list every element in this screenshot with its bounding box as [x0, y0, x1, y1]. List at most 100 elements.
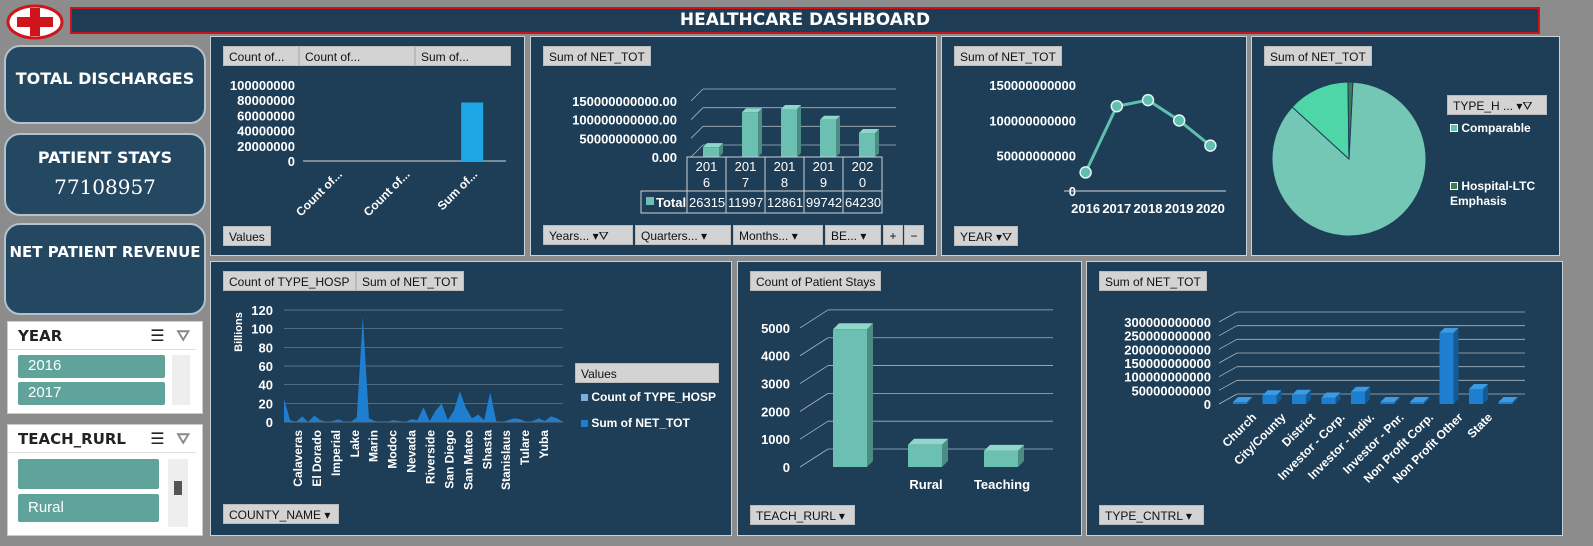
net-tot-line-chart: 1500000000001000000000005000000000002016…	[989, 78, 1226, 216]
gridline	[690, 126, 704, 139]
y-tick-label: 20000000	[237, 139, 295, 154]
x-tick-label: 2019	[1165, 201, 1194, 216]
year-slicer-scrollbar[interactable]	[172, 355, 190, 405]
teach-rurl-filter-button[interactable]: TEACH_RURL ▾	[750, 505, 855, 525]
gridline	[1218, 311, 1238, 323]
field-button-count-1[interactable]: Count of...	[223, 46, 299, 66]
patient-stays-card[interactable]: PATIENT STAYS 77108957	[4, 133, 206, 216]
y-tick-label: 150000000000.00	[572, 94, 677, 109]
multi-select-icon[interactable]: ☰	[150, 429, 164, 448]
type-cntrl-filter-button[interactable]: TYPE_CNTRL ▾	[1099, 505, 1204, 525]
filter-icon: ▾⛛	[996, 230, 1013, 244]
patient-stays-3d-panel: 5000 4000 3000 2000 1000 0 Rural Teaching Count…	[737, 261, 1082, 536]
legend-key	[646, 197, 654, 205]
x-tick-label: 2016	[1071, 201, 1100, 216]
bar	[1439, 327, 1459, 404]
field-button-count-type-hosp[interactable]: Count of TYPE_HOSP	[223, 271, 356, 291]
field-button-sum[interactable]: Sum of...	[415, 46, 511, 66]
data-point	[1172, 114, 1186, 127]
bar-top	[833, 323, 873, 330]
multi-select-icon[interactable]: ☰	[150, 326, 164, 345]
bar-front	[908, 444, 942, 467]
table-year-label: 6	[703, 175, 710, 190]
x-tick-label: Sum of...	[435, 167, 481, 213]
bar-front	[1351, 391, 1365, 404]
values-axis-button[interactable]: Values	[223, 226, 271, 246]
y-tick-label: 60	[259, 359, 273, 374]
collapse-minus-button[interactable]: −	[904, 225, 924, 245]
field-button-count-patient-stays[interactable]: Count of Patient Stays	[750, 271, 882, 291]
years-filter-button[interactable]: Years... ▾⛛	[543, 225, 633, 245]
x-tick-label: Calaveras	[291, 430, 305, 487]
gridline	[1218, 325, 1238, 337]
county-name-filter-button[interactable]: COUNTY_NAME ▾	[223, 504, 339, 524]
values-legend-button[interactable]: Values	[575, 363, 719, 383]
clear-filter-icon[interactable]: ⛛	[177, 326, 190, 346]
x-tick-label: 2017	[1102, 201, 1131, 216]
year-slicer-item-2017[interactable]: 2017	[18, 382, 165, 405]
x-tick-label: Nevada	[405, 430, 419, 473]
table-value: 64230	[845, 195, 881, 210]
series-area	[284, 316, 563, 422]
bar	[984, 444, 1024, 467]
x-tick-label: State	[1464, 410, 1495, 441]
field-button-sum-net-tot[interactable]: Sum of NET_TOT	[954, 46, 1062, 66]
y-tick-label: 50000000000	[996, 149, 1076, 164]
be-filter-button[interactable]: BE... ▾	[825, 225, 881, 245]
legend-item-sum-net-tot: Sum of NET_TOT	[581, 416, 690, 430]
bar-front	[1439, 332, 1454, 404]
chevron-down-icon: ▾	[838, 509, 845, 523]
table-value: 11997	[728, 195, 763, 210]
filter-icon: ▾⛛	[1516, 99, 1533, 113]
bar-side	[797, 104, 801, 157]
data-point	[1204, 139, 1217, 152]
legend-item-comparable: Comparable	[1450, 121, 1531, 135]
bar-front	[781, 108, 797, 157]
teach-rurl-slicer-item-blank[interactable]	[18, 459, 159, 489]
field-button-sum-net-tot[interactable]: Sum of NET_TOT	[1264, 46, 1372, 66]
data-point	[1141, 93, 1155, 107]
bar-front	[703, 147, 719, 157]
x-tick-label: Rural	[909, 477, 942, 492]
year-slicer: YEAR ☰ ⛛ 2016 2017	[7, 321, 203, 414]
chevron-down-icon: ▾	[791, 229, 798, 243]
net-patient-revenue-card[interactable]: NET PATIENT REVENUE	[4, 223, 206, 315]
expand-plus-button[interactable]: +	[883, 225, 903, 245]
values-bar-chart: 1000000008000000060000000400000002000000…	[230, 78, 506, 219]
field-button-sum-net-tot[interactable]: Sum of NET_TOT	[356, 271, 464, 291]
type-hosp-legend-filter[interactable]: TYPE_H ... ▾⛛	[1447, 95, 1547, 115]
bar	[820, 115, 840, 157]
chevron-down-icon: ▾	[1185, 509, 1192, 523]
x-tick-label: Yuba	[537, 430, 551, 459]
bar	[703, 143, 723, 157]
table-year-label: 201	[696, 159, 718, 174]
field-button-count-2[interactable]: Count of...	[299, 46, 415, 66]
table-value: 12861	[767, 195, 803, 210]
months-filter-button[interactable]: Months... ▾	[733, 225, 823, 245]
year-filter-button[interactable]: YEAR ▾⛛	[954, 226, 1019, 246]
bar	[1498, 397, 1518, 404]
net-tot-by-year-3d-panel: 150000000000.00 100000000000.00 5000000000…	[530, 36, 937, 256]
y-tick-label: 1000	[761, 432, 790, 447]
x-tick-label: Stanislaus	[499, 430, 513, 490]
table-year-label: 9	[820, 175, 827, 190]
field-button-sum-net-tot[interactable]: Sum of NET_TOT	[1099, 271, 1207, 291]
clear-filter-icon[interactable]: ⛛	[177, 429, 190, 449]
legend-item-count-type-hosp: Count of TYPE_HOSP	[581, 390, 716, 404]
total-discharges-card[interactable]: TOTAL DISCHARGES	[4, 45, 206, 124]
filter-icon: ▾⛛	[592, 229, 609, 243]
bar-front	[820, 119, 836, 157]
table-row-label: Total	[656, 195, 686, 210]
table-year-label: 201	[813, 159, 835, 174]
teach-rurl-slicer-item-rural[interactable]: Rural	[18, 494, 159, 522]
patient-stays-value: 77108957	[54, 175, 156, 199]
gridline	[1218, 379, 1238, 391]
quarters-filter-button[interactable]: Quarters... ▾	[635, 225, 731, 245]
bar-front	[1410, 402, 1424, 404]
field-button-sum-net-tot[interactable]: Sum of NET_TOT	[543, 46, 651, 66]
chevron-down-icon: ▾	[860, 229, 867, 243]
year-slicer-item-2016[interactable]: 2016	[18, 355, 165, 378]
table-value: 26315	[689, 195, 725, 210]
teach-rurl-slicer-scrollbar[interactable]	[168, 459, 188, 527]
gridline	[799, 337, 829, 357]
